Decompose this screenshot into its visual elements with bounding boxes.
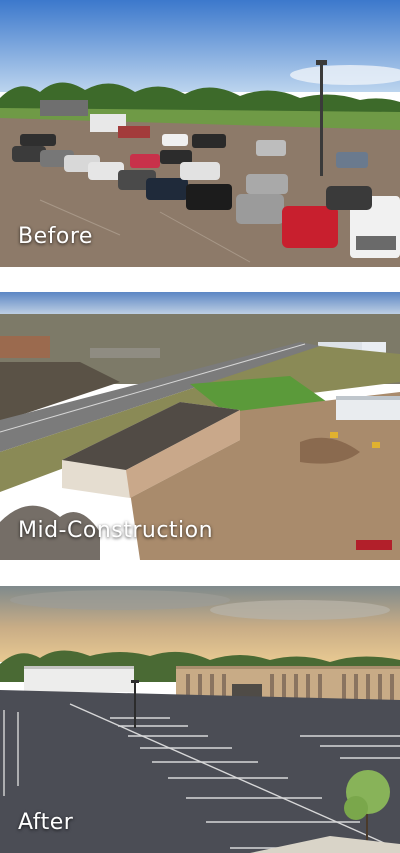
mid-construction-caption: Mid-Construction xyxy=(18,518,214,543)
after-caption: After xyxy=(18,810,74,835)
mid-construction-photo: Mid-Construction xyxy=(0,292,400,560)
before-caption: Before xyxy=(18,224,93,249)
after-photo: After xyxy=(0,586,400,853)
before-photo: Before xyxy=(0,0,400,267)
